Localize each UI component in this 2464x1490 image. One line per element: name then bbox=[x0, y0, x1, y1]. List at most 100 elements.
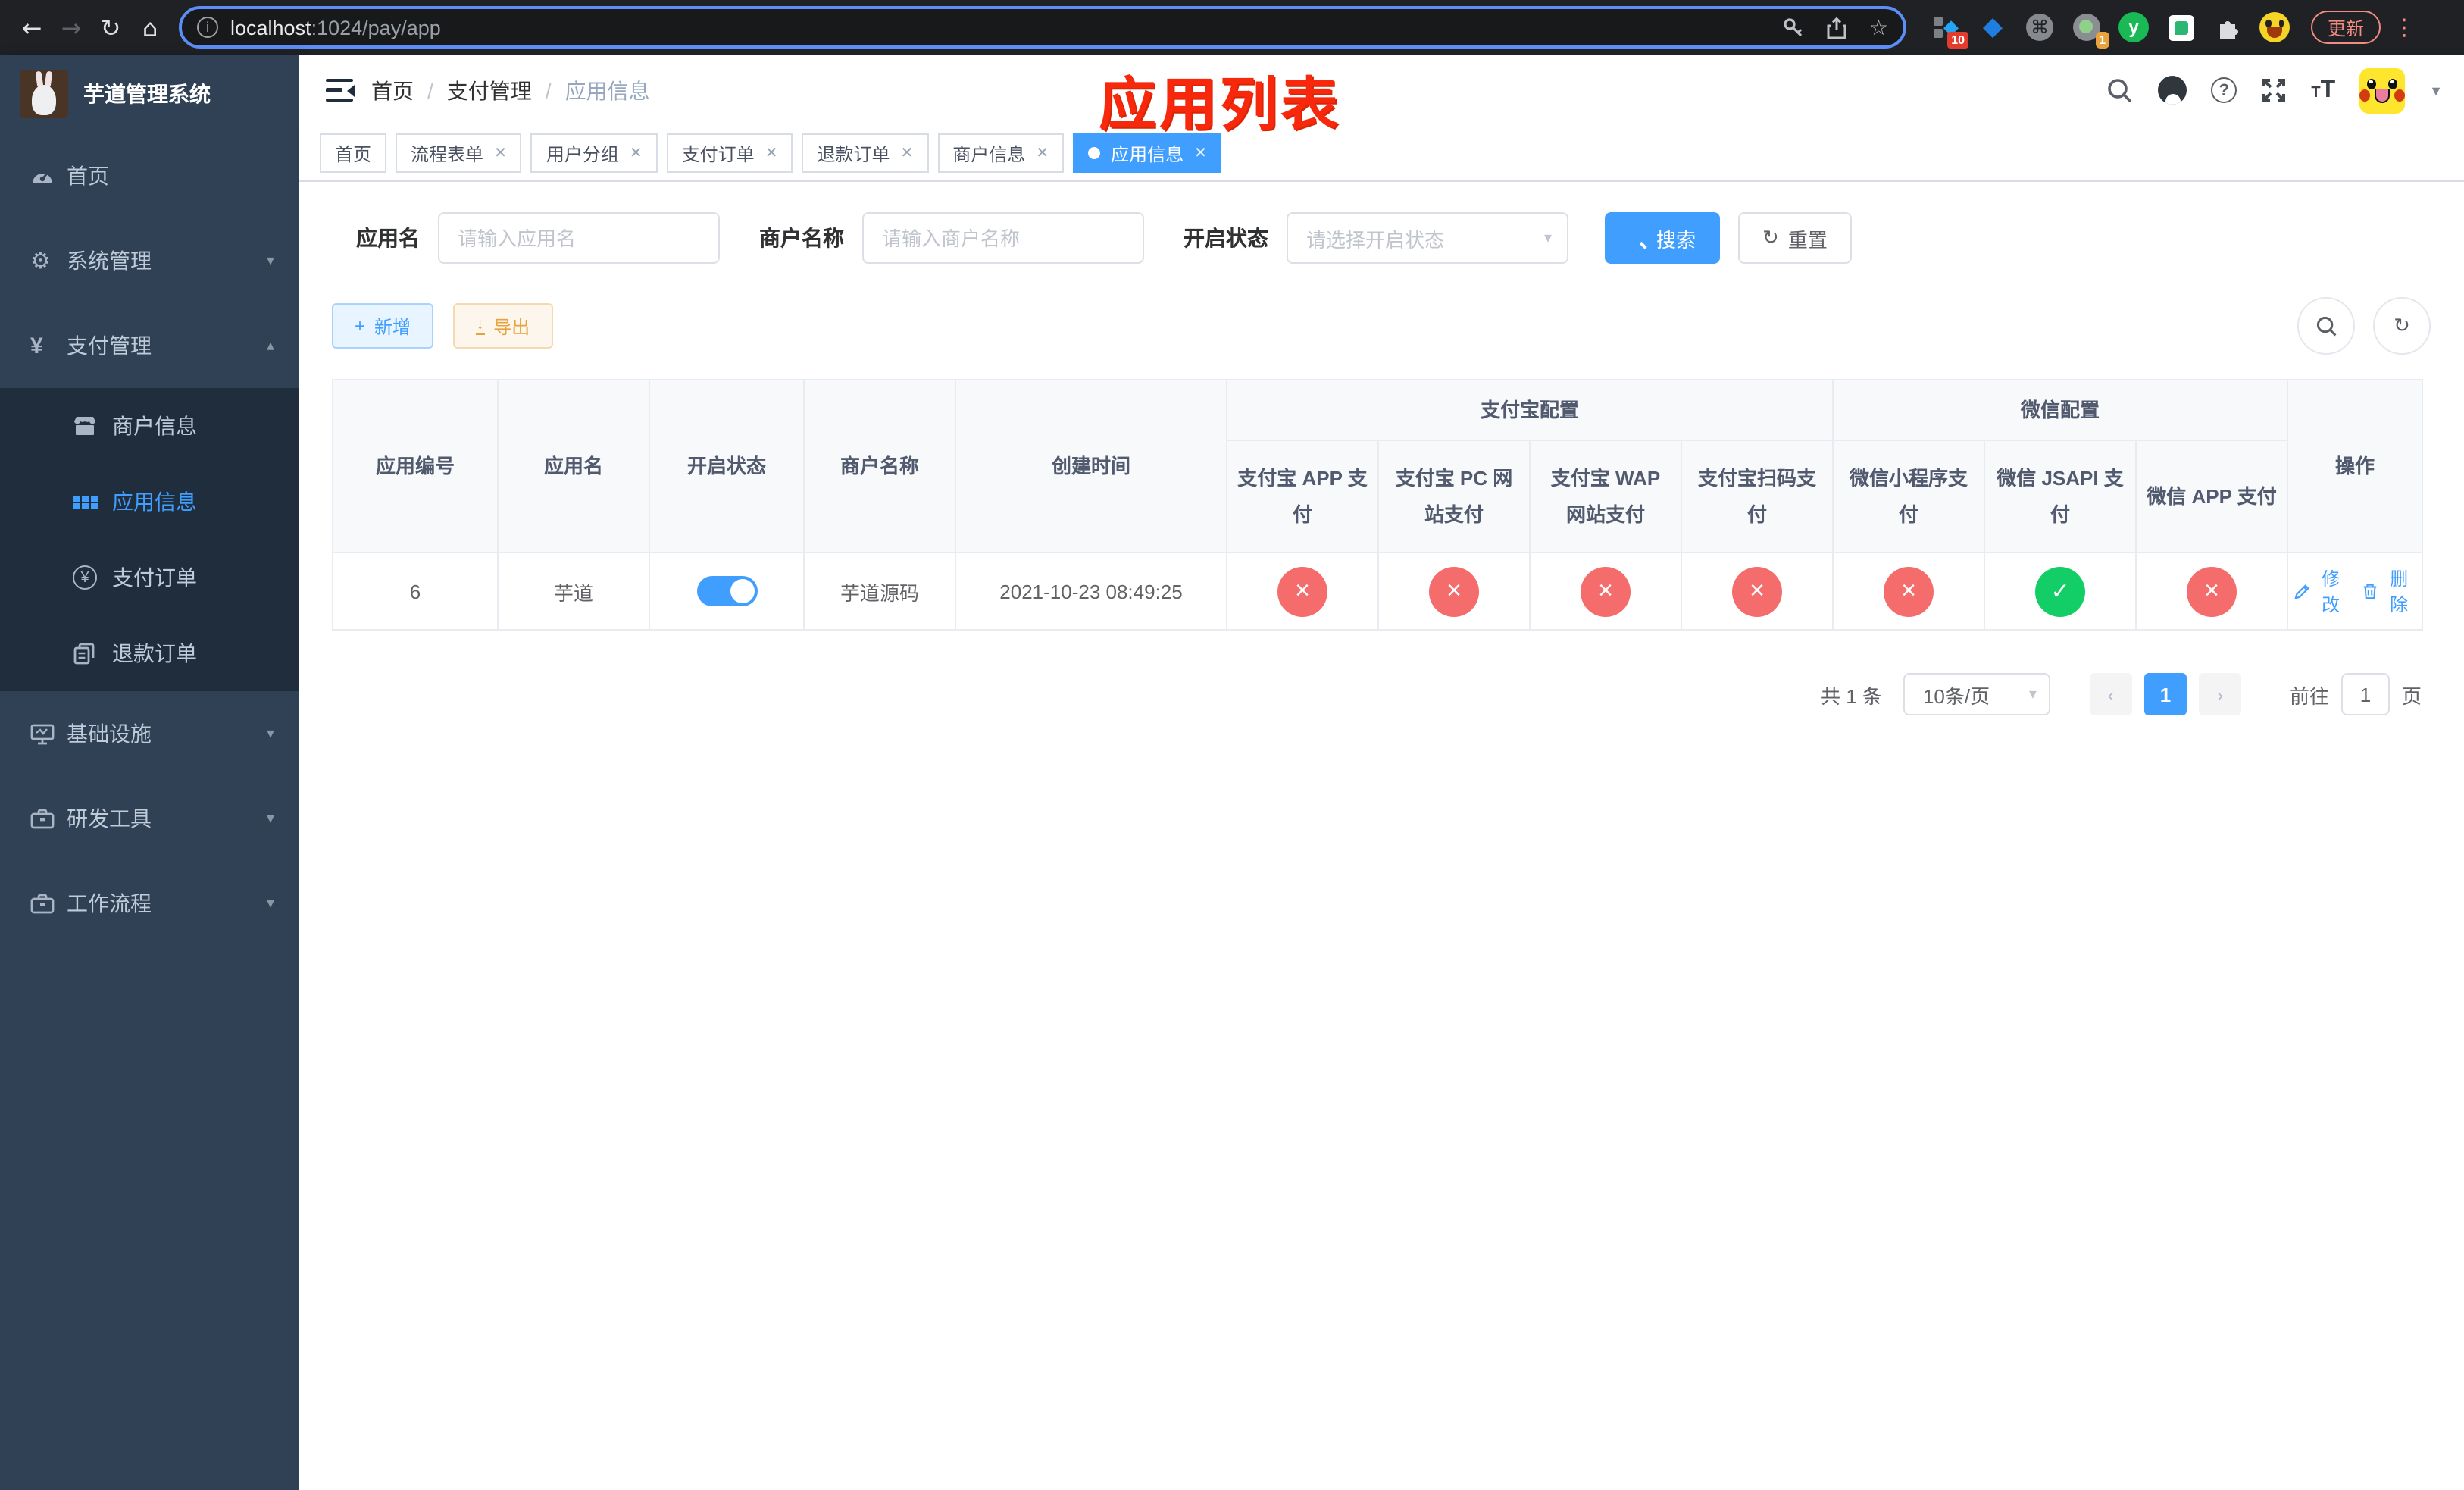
delete-link[interactable]: 删除 bbox=[2362, 565, 2416, 617]
enabled-toggle[interactable] bbox=[696, 576, 757, 606]
table-grid-icon bbox=[73, 495, 112, 509]
dashboard-icon bbox=[30, 164, 67, 188]
sidebar-item-app-info[interactable]: 应用信息 bbox=[0, 464, 299, 540]
tab-refund-order[interactable]: 退款订单 ✕ bbox=[802, 133, 929, 173]
sidebar-item-merchant-info[interactable]: 商户信息 bbox=[0, 388, 299, 464]
sidebar-item-home[interactable]: 首页 bbox=[0, 133, 299, 218]
extension-badge: 10 bbox=[1947, 32, 1968, 49]
close-icon[interactable]: ✕ bbox=[1194, 145, 1207, 161]
fullscreen-icon[interactable] bbox=[2261, 77, 2287, 103]
close-icon[interactable]: ✕ bbox=[494, 145, 507, 161]
close-icon[interactable]: ✕ bbox=[765, 145, 778, 161]
password-key-icon[interactable] bbox=[1783, 16, 1806, 39]
breadcrumb-payment[interactable]: 支付管理 bbox=[447, 75, 532, 105]
site-info-icon[interactable]: i bbox=[197, 17, 218, 38]
close-icon[interactable]: ✕ bbox=[1036, 145, 1049, 161]
top-navbar: 首页 / 支付管理 / 应用信息 应用列表 ? TT ▼ bbox=[299, 55, 2464, 138]
close-icon[interactable]: ✕ bbox=[630, 145, 643, 161]
sidebar-item-devtools[interactable]: 研发工具 ▾ bbox=[0, 776, 299, 861]
extension-chat-icon[interactable] bbox=[2165, 12, 2196, 42]
cell-created: 2021-10-23 08:49:25 bbox=[955, 552, 1227, 631]
tab-process-form[interactable]: 流程表单 ✕ bbox=[396, 133, 522, 173]
app-table: 应用编号 应用名 开启状态 商户名称 创建时间 支付宝配置 微信配置 操作 支付… bbox=[332, 379, 2424, 631]
prev-page-button[interactable]: ‹ bbox=[2089, 673, 2132, 715]
wx-app-status-icon bbox=[2187, 566, 2237, 616]
tab-merchant-info[interactable]: 商户信息 ✕ bbox=[937, 133, 1065, 173]
col-alipay-wap: 支付宝 WAP 网站支付 bbox=[1529, 440, 1682, 553]
col-alipay-pc: 支付宝 PC 网站支付 bbox=[1377, 440, 1531, 553]
page-size-select[interactable]: 10条/页 ▾ bbox=[1903, 673, 2050, 715]
sidebar-item-pay-order[interactable]: ¥ 支付订单 bbox=[0, 540, 299, 615]
close-icon[interactable]: ✕ bbox=[901, 145, 914, 161]
add-button[interactable]: + 新增 bbox=[332, 303, 434, 349]
tab-user-group[interactable]: 用户分组 ✕ bbox=[530, 133, 658, 173]
chrome-menu-icon[interactable]: ⋮ bbox=[2393, 14, 2416, 41]
chevron-down-icon: ▾ bbox=[266, 895, 274, 912]
monitor-icon bbox=[30, 722, 67, 745]
sidebar-item-system[interactable]: ⚙ 系统管理 ▾ bbox=[0, 218, 299, 303]
search-button[interactable]: 搜索 bbox=[1605, 212, 1721, 264]
extension-monkey-icon[interactable]: 1 bbox=[2072, 12, 2109, 49]
back-icon[interactable]: ← bbox=[12, 8, 52, 47]
page-unit-label: 页 bbox=[2401, 684, 2422, 707]
merchant-name-input[interactable] bbox=[862, 212, 1144, 264]
total-count: 共 1 条 bbox=[1821, 684, 1882, 707]
chevron-down-icon: ▾ bbox=[266, 725, 274, 742]
alipay-scan-status-icon bbox=[1732, 566, 1782, 616]
profile-avatar-icon[interactable] bbox=[2259, 12, 2290, 42]
status-select[interactable]: 请选择开启状态 ▾ bbox=[1287, 212, 1568, 264]
url-text: localhost:1024/pay/app bbox=[230, 16, 441, 39]
col-actions: 操作 bbox=[2287, 379, 2424, 553]
sidebar-item-infra[interactable]: 基础设施 ▾ bbox=[0, 691, 299, 776]
refresh-table-button[interactable]: ↻ bbox=[2373, 297, 2431, 355]
app-name-input[interactable] bbox=[438, 212, 720, 264]
wx-mini-status-icon bbox=[1884, 566, 1934, 616]
extension-y-icon[interactable]: y bbox=[2118, 12, 2149, 42]
chrome-update-button[interactable]: 更新 bbox=[2311, 11, 2381, 44]
sidebar-item-payment[interactable]: ¥ 支付管理 ▴ bbox=[0, 303, 299, 388]
storefront-icon bbox=[73, 415, 112, 437]
font-size-icon[interactable]: TT bbox=[2311, 77, 2335, 104]
breadcrumb: 首页 / 支付管理 / 应用信息 bbox=[371, 75, 650, 105]
avatar-caret-icon[interactable]: ▼ bbox=[2429, 83, 2443, 98]
tab-home[interactable]: 首页 bbox=[320, 133, 387, 173]
search-icon bbox=[1629, 229, 1647, 247]
help-icon[interactable]: ? bbox=[2211, 77, 2237, 103]
chevron-down-icon: ▾ bbox=[2028, 686, 2037, 703]
breadcrumb-current: 应用信息 bbox=[564, 78, 650, 102]
extension-gem-icon[interactable]: ◆ bbox=[1978, 12, 2008, 42]
search-icon[interactable] bbox=[2106, 77, 2134, 104]
logo-image bbox=[20, 70, 68, 118]
user-avatar[interactable] bbox=[2359, 67, 2406, 113]
breadcrumb-home[interactable]: 首页 bbox=[371, 75, 414, 105]
extension-command-icon[interactable]: ⌘ bbox=[2025, 12, 2055, 42]
forward-icon[interactable]: → bbox=[52, 8, 91, 47]
col-created: 创建时间 bbox=[955, 379, 1227, 553]
chevron-up-icon: ▴ bbox=[266, 337, 274, 354]
show-search-toggle-button[interactable] bbox=[2297, 297, 2355, 355]
home-icon[interactable]: ⌂ bbox=[130, 8, 170, 47]
sidebar-item-refund-order[interactable]: 退款订单 bbox=[0, 615, 299, 691]
goto-page-input[interactable] bbox=[2340, 673, 2390, 715]
extension-blocks-icon[interactable]: ◆ 10 bbox=[1931, 12, 1968, 49]
tab-pay-order[interactable]: 支付订单 ✕ bbox=[666, 133, 793, 173]
reset-button[interactable]: ↻ 重置 bbox=[1738, 212, 1852, 264]
edit-link[interactable]: 修改 bbox=[2294, 565, 2347, 617]
chevron-down-icon: ▾ bbox=[266, 810, 274, 827]
next-page-button[interactable]: › bbox=[2198, 673, 2241, 715]
export-button[interactable]: ↓ 导出 bbox=[453, 303, 553, 349]
extensions-puzzle-icon[interactable] bbox=[2212, 12, 2243, 42]
github-icon[interactable] bbox=[2158, 76, 2187, 105]
wx-jsapi-status-icon bbox=[2035, 566, 2086, 616]
browser-chrome: ← → ↻ ⌂ i localhost:1024/pay/app ☆ ◆ 10 … bbox=[0, 0, 2464, 55]
sidebar-item-workflow[interactable]: 工作流程 ▾ bbox=[0, 861, 299, 946]
page-1-button[interactable]: 1 bbox=[2143, 673, 2187, 715]
group-alipay-config: 支付宝配置 bbox=[1225, 379, 1834, 441]
logo-row[interactable]: 芋道管理系统 bbox=[0, 55, 299, 133]
share-icon[interactable] bbox=[1827, 16, 1848, 39]
url-bar[interactable]: i localhost:1024/pay/app ☆ bbox=[179, 6, 1906, 49]
reload-icon[interactable]: ↻ bbox=[91, 8, 130, 47]
sidebar-collapse-icon[interactable] bbox=[326, 78, 355, 102]
bookmark-star-icon[interactable]: ☆ bbox=[1869, 14, 1888, 40]
table-toolbar: + 新增 ↓ 导出 ↻ bbox=[332, 297, 2443, 355]
